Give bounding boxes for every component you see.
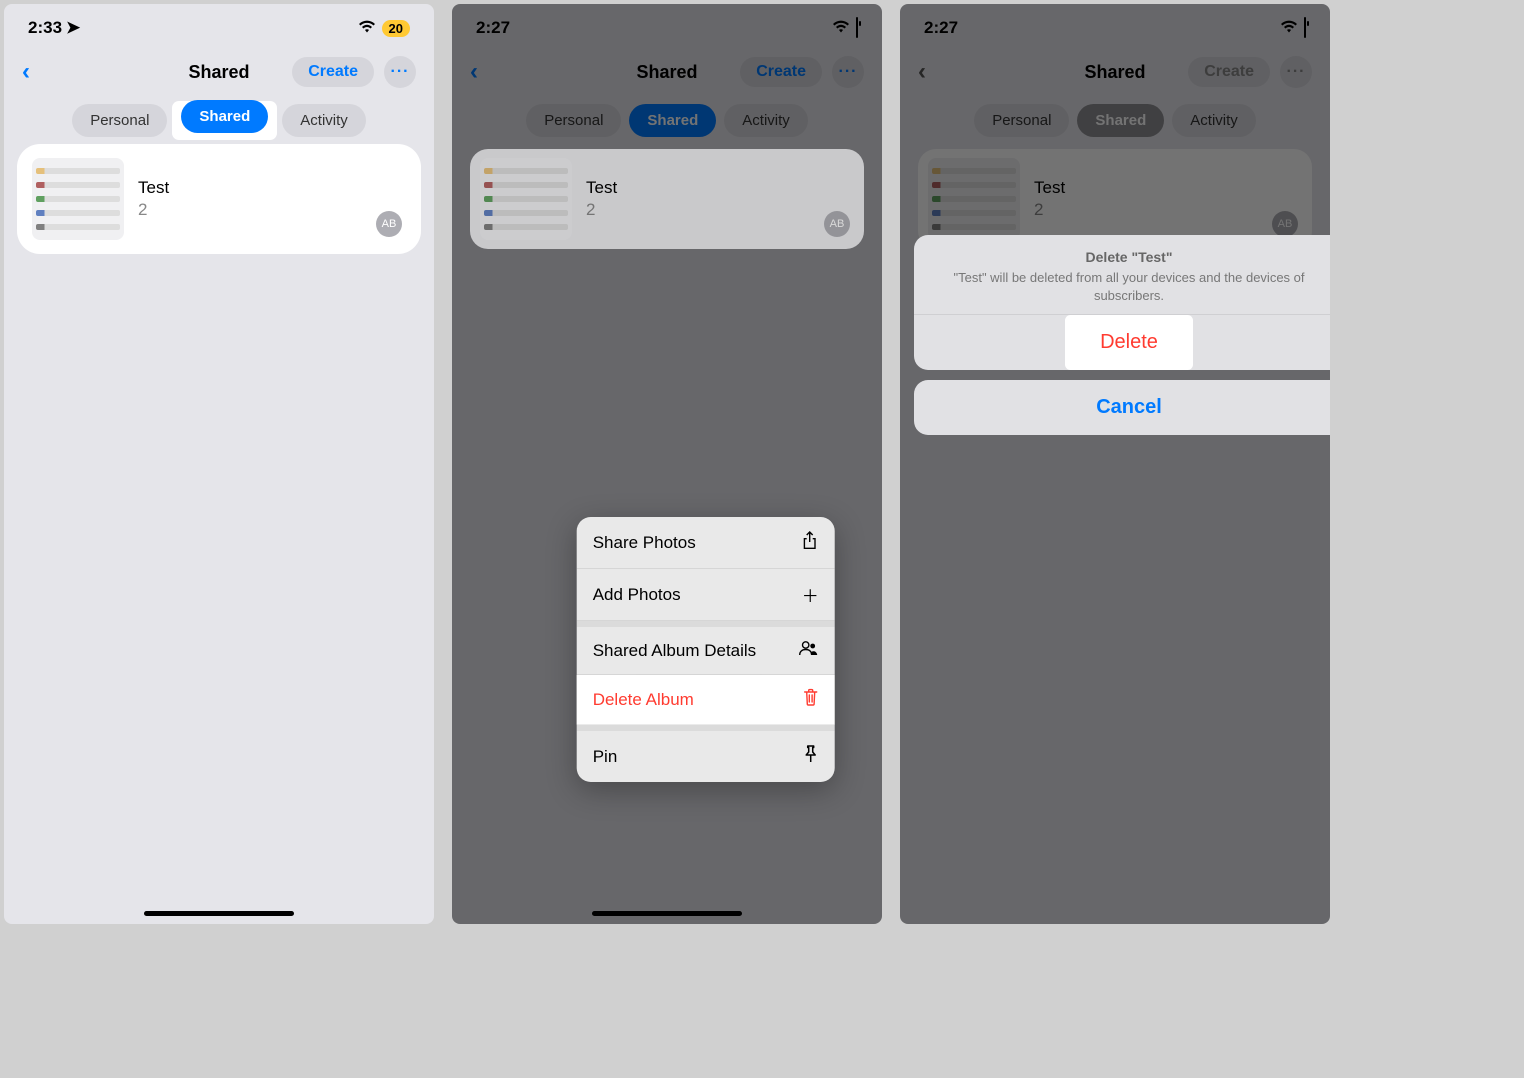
create-button[interactable]: Create: [1188, 57, 1270, 87]
tab-shared[interactable]: Shared: [629, 104, 716, 137]
tab-activity[interactable]: Activity: [724, 104, 808, 137]
avatar: AB: [824, 211, 850, 237]
album-title: Test: [138, 178, 406, 198]
wifi-icon: [1280, 20, 1298, 36]
status-bar: 2:27 𮿼: [452, 4, 882, 48]
tab-shared[interactable]: Shared: [181, 100, 268, 133]
sheet-header: Delete "Test" "Test" will be deleted fro…: [914, 235, 1330, 315]
menu-pin[interactable]: Pin: [577, 725, 835, 782]
album-thumbnail: [32, 158, 124, 240]
segmented-control: Personal Shared Activity: [4, 96, 434, 149]
screenshot-2: 2:27 𮿼 ‹ Shared Create ··· Personal Shar…: [452, 4, 882, 924]
menu-add-photos[interactable]: Add Photos ＋: [577, 569, 835, 621]
wifi-icon: [358, 20, 376, 36]
album-count: 2: [1034, 200, 1302, 220]
tab-personal[interactable]: Personal: [72, 104, 167, 137]
action-sheet: Delete "Test" "Test" will be deleted fro…: [914, 235, 1330, 435]
album-card[interactable]: Test 2 AB: [470, 149, 864, 249]
status-time: 2:27: [476, 18, 510, 38]
album-thumbnail: [928, 158, 1020, 240]
back-button[interactable]: ‹: [22, 58, 30, 86]
album-thumbnail: [480, 158, 572, 240]
create-button[interactable]: Create: [292, 57, 374, 87]
tab-activity[interactable]: Activity: [282, 104, 366, 137]
location-icon: ➤: [66, 18, 80, 38]
battery-badge: 20: [382, 20, 410, 37]
plus-icon: ＋: [802, 582, 819, 607]
status-bar: 2:33 ➤ 𮿼𮿼 20: [4, 4, 434, 48]
more-button[interactable]: ···: [832, 56, 864, 88]
status-time: 2:33: [28, 18, 62, 38]
album-count: 2: [138, 200, 406, 220]
page-title: Shared: [636, 62, 697, 83]
screenshot-3: 2:27 𮿼 ‹ Shared Create ··· Personal Shar…: [900, 4, 1330, 924]
home-indicator[interactable]: [592, 911, 742, 916]
battery-icon: [856, 18, 858, 38]
status-bar: 2:27 𮿼: [900, 4, 1330, 48]
menu-label: Share Photos: [593, 533, 696, 553]
tab-personal[interactable]: Personal: [526, 104, 621, 137]
avatar: AB: [376, 211, 402, 237]
menu-label: Pin: [593, 747, 618, 767]
menu-label: Delete Album: [593, 690, 694, 710]
avatar: AB: [1272, 211, 1298, 237]
home-indicator[interactable]: [144, 911, 294, 916]
menu-label: Shared Album Details: [593, 641, 756, 661]
wifi-icon: [832, 20, 850, 36]
page-title: Shared: [1084, 62, 1145, 83]
segmented-control: Personal Shared Activity: [900, 96, 1330, 149]
album-title: Test: [1034, 178, 1302, 198]
sheet-title: Delete "Test": [934, 249, 1324, 265]
album-title: Test: [586, 178, 854, 198]
album-card[interactable]: Test 2 AB: [918, 149, 1312, 249]
segmented-control: Personal Shared Activity: [452, 96, 882, 149]
cancel-button[interactable]: Cancel: [914, 380, 1330, 435]
create-button[interactable]: Create: [740, 57, 822, 87]
status-time: 2:27: [924, 18, 958, 38]
back-button[interactable]: ‹: [918, 58, 926, 86]
menu-album-details[interactable]: Shared Album Details: [577, 621, 835, 675]
sheet-message: "Test" will be deleted from all your dev…: [934, 269, 1324, 304]
tab-activity[interactable]: Activity: [1172, 104, 1256, 137]
tab-shared[interactable]: Shared: [1077, 104, 1164, 137]
more-button[interactable]: ···: [384, 56, 416, 88]
more-button[interactable]: ···: [1280, 56, 1312, 88]
share-icon: [801, 530, 819, 555]
trash-icon: [803, 688, 819, 711]
album-card[interactable]: Test 2 AB: [22, 149, 416, 249]
pin-icon: [803, 744, 819, 769]
album-count: 2: [586, 200, 854, 220]
menu-delete-album[interactable]: Delete Album: [577, 675, 835, 725]
nav-bar: ‹ Shared Create ···: [4, 48, 434, 96]
delete-confirm-button[interactable]: Delete: [1069, 319, 1189, 366]
page-title: Shared: [188, 62, 249, 83]
menu-label: Add Photos: [593, 585, 681, 605]
context-menu: Share Photos Add Photos ＋ Shared Album D…: [577, 517, 835, 782]
people-icon: [799, 640, 819, 661]
back-button[interactable]: ‹: [470, 58, 478, 86]
tab-personal[interactable]: Personal: [974, 104, 1069, 137]
menu-share-photos[interactable]: Share Photos: [577, 517, 835, 569]
nav-bar: ‹ Shared Create ···: [452, 48, 882, 96]
nav-bar: ‹ Shared Create ···: [900, 48, 1330, 96]
screenshot-1: 2:33 ➤ 𮿼𮿼 20 ‹ Shared Create ··· Persona…: [4, 4, 434, 924]
battery-icon: [1304, 18, 1306, 38]
